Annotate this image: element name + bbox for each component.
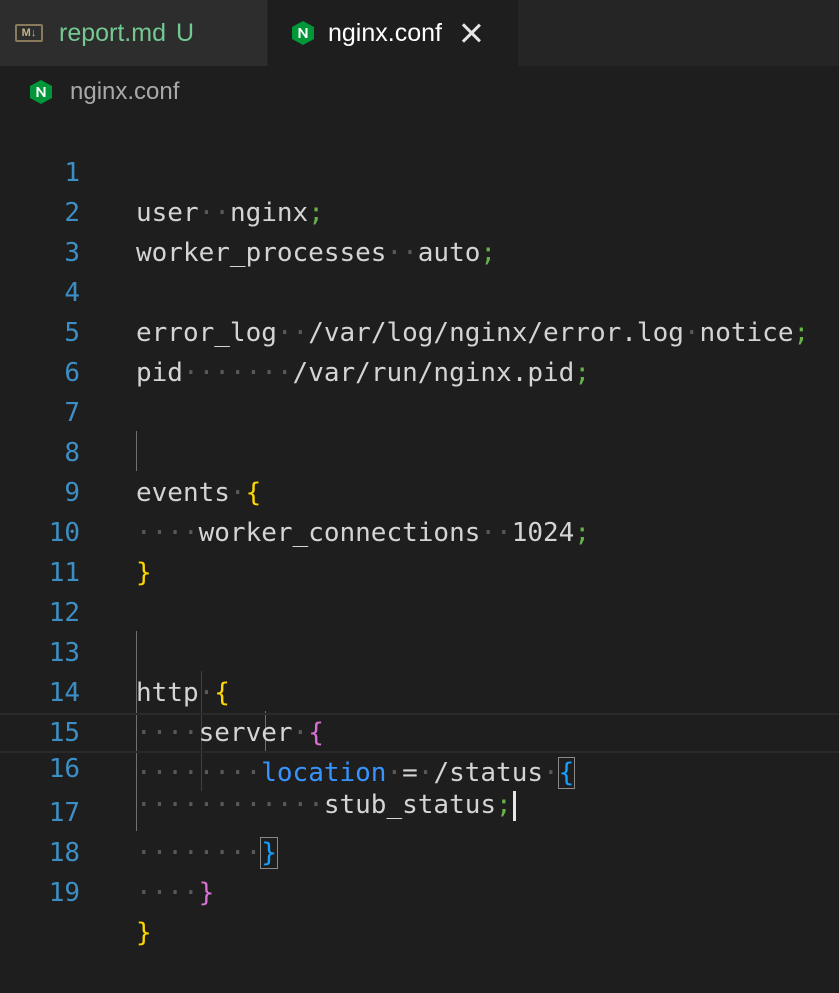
code-line: 14 ····server·{ [0, 633, 839, 748]
code-line: 5 pid·······/var/run/nginx.pid; [0, 273, 839, 388]
code-line: 1 user··nginx; [0, 113, 839, 228]
breadcrumb-file[interactable]: nginx.conf [70, 78, 179, 106]
code-line: 12 [0, 553, 839, 628]
code-line: 13 http·{ [0, 593, 839, 708]
markdown-icon: M↓ [15, 24, 43, 42]
tab-label: nginx.conf [328, 18, 442, 47]
nginx-icon [30, 80, 52, 104]
code-line: 7 [0, 353, 839, 428]
code-line: 6 [0, 313, 839, 388]
code-line: 19 } [0, 833, 839, 948]
line-number: 19 [48, 878, 80, 908]
tab-label: report.md [59, 18, 166, 47]
tab-bar: M↓ report.md U nginx.conf [0, 0, 839, 66]
code-editor[interactable]: 1 user··nginx; 2 worker_processes··auto;… [0, 113, 839, 948]
code-line: 17 ········} [0, 753, 839, 869]
code-line: 15 ········location·=·/status·{ [0, 673, 839, 789]
tab-nginx-conf[interactable]: nginx.conf [268, 0, 518, 66]
code-line: 9 ····worker_connections··1024; [0, 433, 839, 548]
code-line: 2 worker_processes··auto; [0, 153, 839, 268]
code-line: 11 [0, 513, 839, 588]
code-line: 3 [0, 193, 839, 268]
code-line-current: 16 ············stub_status; [0, 713, 839, 821]
code-line: 18 ····} [0, 793, 839, 908]
nginx-icon [292, 21, 314, 45]
breadcrumb: nginx.conf [0, 70, 839, 114]
untracked-badge: U [175, 18, 195, 47]
code-line: 10 } [0, 473, 839, 588]
code-line: 4 error_log··/var/log/nginx/error.log·no… [0, 233, 839, 348]
code-line: 8 events·{ [0, 393, 839, 508]
close-icon[interactable] [460, 21, 484, 45]
tab-report-md[interactable]: M↓ report.md U [0, 0, 267, 66]
